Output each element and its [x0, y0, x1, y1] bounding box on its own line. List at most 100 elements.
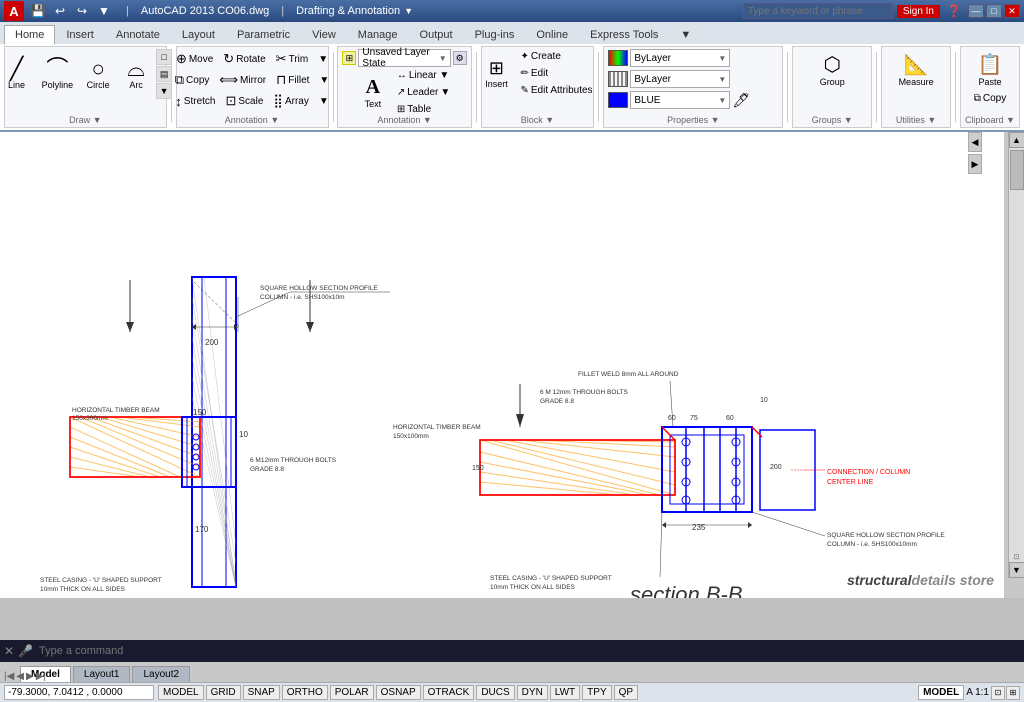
layout-start-btn[interactable]: |◀: [4, 671, 14, 682]
scroll-thumb-v[interactable]: [1010, 150, 1024, 190]
tab-express[interactable]: Express Tools: [579, 25, 669, 44]
workspace-dropdown-icon[interactable]: ▼: [404, 6, 413, 16]
tab-parametric[interactable]: Parametric: [226, 25, 301, 44]
edit-button[interactable]: ✏ Edit: [516, 66, 596, 81]
circle-icon: ○: [91, 58, 104, 80]
status-model[interactable]: MODEL: [158, 685, 204, 700]
edit-attr-button[interactable]: ✎ Edit Attributes: [516, 83, 596, 98]
status-qp[interactable]: QP: [614, 685, 638, 700]
group-button[interactable]: ⬡ Group: [814, 49, 850, 90]
linetype-value: ByLayer: [634, 53, 671, 64]
redo-btn[interactable]: ↪: [72, 2, 92, 20]
layer-props-btn[interactable]: ⚙: [453, 51, 467, 65]
view-btn1[interactable]: ⊡: [991, 686, 1005, 700]
polyline-button[interactable]: ⌒ Polyline: [37, 55, 79, 93]
tab-layout2[interactable]: Layout2: [132, 666, 190, 682]
tab-layout1[interactable]: Layout1: [73, 666, 131, 682]
drawing-canvas[interactable]: 200 150 10 170 SQUARE HOLLOW SECTION PRO…: [0, 132, 1004, 598]
status-lwt[interactable]: LWT: [550, 685, 580, 700]
scroll-up-btn[interactable]: ▲: [1009, 132, 1024, 148]
command-close-icon[interactable]: ✕: [4, 644, 14, 658]
layout-next-btn[interactable]: ▶: [26, 671, 34, 682]
array-more-btn[interactable]: ▼: [315, 94, 333, 109]
tab-home[interactable]: Home: [4, 25, 55, 45]
status-grid[interactable]: GRID: [206, 685, 241, 700]
move-button[interactable]: ⊕Move: [172, 49, 217, 69]
view-btn2[interactable]: ⊞: [1006, 686, 1020, 700]
color-combo[interactable]: BLUE ▼: [630, 91, 730, 109]
tab-output[interactable]: Output: [409, 25, 464, 44]
create-button[interactable]: ✦ Create: [516, 49, 596, 64]
command-input[interactable]: [37, 643, 1020, 659]
tab-insert[interactable]: Insert: [55, 25, 105, 44]
paste-button[interactable]: 📋 Paste: [972, 49, 1008, 90]
array-button[interactable]: ⣿Array: [269, 91, 312, 111]
nav-right-btn[interactable]: ▶: [968, 154, 982, 174]
draw-more-btn[interactable]: ▼: [156, 83, 172, 99]
match-prop-icon[interactable]: 🖊: [732, 92, 750, 109]
group-icon: ⬡: [823, 52, 840, 77]
layout-prev-btn[interactable]: ◀: [16, 671, 24, 682]
coordinates: -79.3000, 7.0412 , 0.0000: [4, 685, 154, 700]
insert-button[interactable]: ⊞ Insert: [478, 55, 514, 92]
tab-online[interactable]: Online: [525, 25, 579, 44]
mirror-button[interactable]: ⟺Mirror: [215, 70, 270, 90]
qa-dropdown[interactable]: ▼: [94, 2, 114, 20]
tab-manage[interactable]: Manage: [347, 25, 409, 44]
copy-button[interactable]: ⧉Copy: [171, 70, 214, 90]
layer-combo[interactable]: Unsaved Layer State ▼: [358, 49, 450, 67]
status-dyn[interactable]: DYN: [517, 685, 548, 700]
save-btn[interactable]: 💾: [28, 2, 48, 20]
tab-layout[interactable]: Layout: [171, 25, 226, 44]
status-ortho[interactable]: ORTHO: [282, 685, 328, 700]
status-polar[interactable]: POLAR: [330, 685, 374, 700]
scroll-v-track[interactable]: [1010, 148, 1024, 552]
status-snap[interactable]: SNAP: [243, 685, 280, 700]
tab-view[interactable]: View: [301, 25, 347, 44]
circle-button[interactable]: ○ Circle: [80, 55, 116, 93]
status-osnap[interactable]: OSNAP: [376, 685, 421, 700]
text-button[interactable]: A Text: [355, 73, 391, 112]
trim-more-btn[interactable]: ▼: [314, 52, 332, 67]
status-ducs[interactable]: DUCS: [476, 685, 514, 700]
scroll-vertical[interactable]: ▲ ⊡ ▼: [1008, 132, 1024, 578]
clipboard-copy-btn[interactable]: ⧉ Copy: [970, 91, 1011, 106]
lineweight-combo[interactable]: ByLayer ▼: [630, 70, 730, 88]
leader-button[interactable]: ↗ Leader ▼: [393, 85, 454, 100]
layout-end-btn[interactable]: ▶|: [36, 671, 46, 682]
rotate-button[interactable]: ↻Rotate: [219, 49, 269, 69]
close-btn[interactable]: ✕: [1004, 4, 1020, 18]
restore-btn[interactable]: □: [986, 4, 1002, 18]
measure-button[interactable]: 📐 Measure: [894, 49, 939, 90]
ribbon-panel: ╱ Line ⌒ Polyline ○ Circle ⌓ Arc □ ▤: [0, 44, 1024, 132]
fillet-more-btn[interactable]: ▼: [315, 73, 333, 88]
sign-in-btn[interactable]: Sign In: [897, 5, 940, 18]
scroll-down-btn[interactable]: ▼: [1009, 562, 1024, 578]
fillet-button[interactable]: ⊓Fillet: [272, 70, 313, 90]
arc-button[interactable]: ⌓ Arc: [118, 55, 154, 93]
status-tpy[interactable]: TPY: [582, 685, 611, 700]
rotate-label: Rotate: [236, 54, 265, 65]
table-icon: ⊞: [397, 104, 405, 115]
line-button[interactable]: ╱ Line: [0, 55, 35, 93]
tab-plugins[interactable]: Plug-ins: [464, 25, 526, 44]
nav-left-btn[interactable]: ◀: [968, 132, 982, 152]
trim-button[interactable]: ✂Trim: [272, 49, 313, 69]
polyline-label: Polyline: [42, 80, 74, 90]
search-input[interactable]: [743, 3, 893, 19]
undo-btn[interactable]: ↩: [50, 2, 70, 20]
drawing-area: 200 150 10 170 SQUARE HOLLOW SECTION PRO…: [0, 132, 1024, 598]
linetype-combo[interactable]: ByLayer ▼: [630, 49, 730, 67]
command-mic-icon[interactable]: 🎤: [18, 644, 33, 658]
draw-hatch-btn[interactable]: ▤: [156, 66, 172, 82]
tab-annotate[interactable]: Annotate: [105, 25, 171, 44]
linear-button[interactable]: ↔ Linear ▼: [393, 68, 454, 83]
minimize-btn[interactable]: —: [968, 4, 984, 18]
tab-more[interactable]: ▼: [669, 25, 702, 44]
stretch-button[interactable]: ↕Stretch: [171, 92, 219, 111]
draw-rect-btn[interactable]: □: [156, 49, 172, 65]
help-btn[interactable]: ❓: [944, 2, 964, 20]
status-otrack[interactable]: OTRACK: [423, 685, 475, 700]
workspace-selector[interactable]: Drafting & Annotation ▼: [296, 5, 413, 17]
scale-button[interactable]: ⊡Scale: [221, 91, 267, 111]
